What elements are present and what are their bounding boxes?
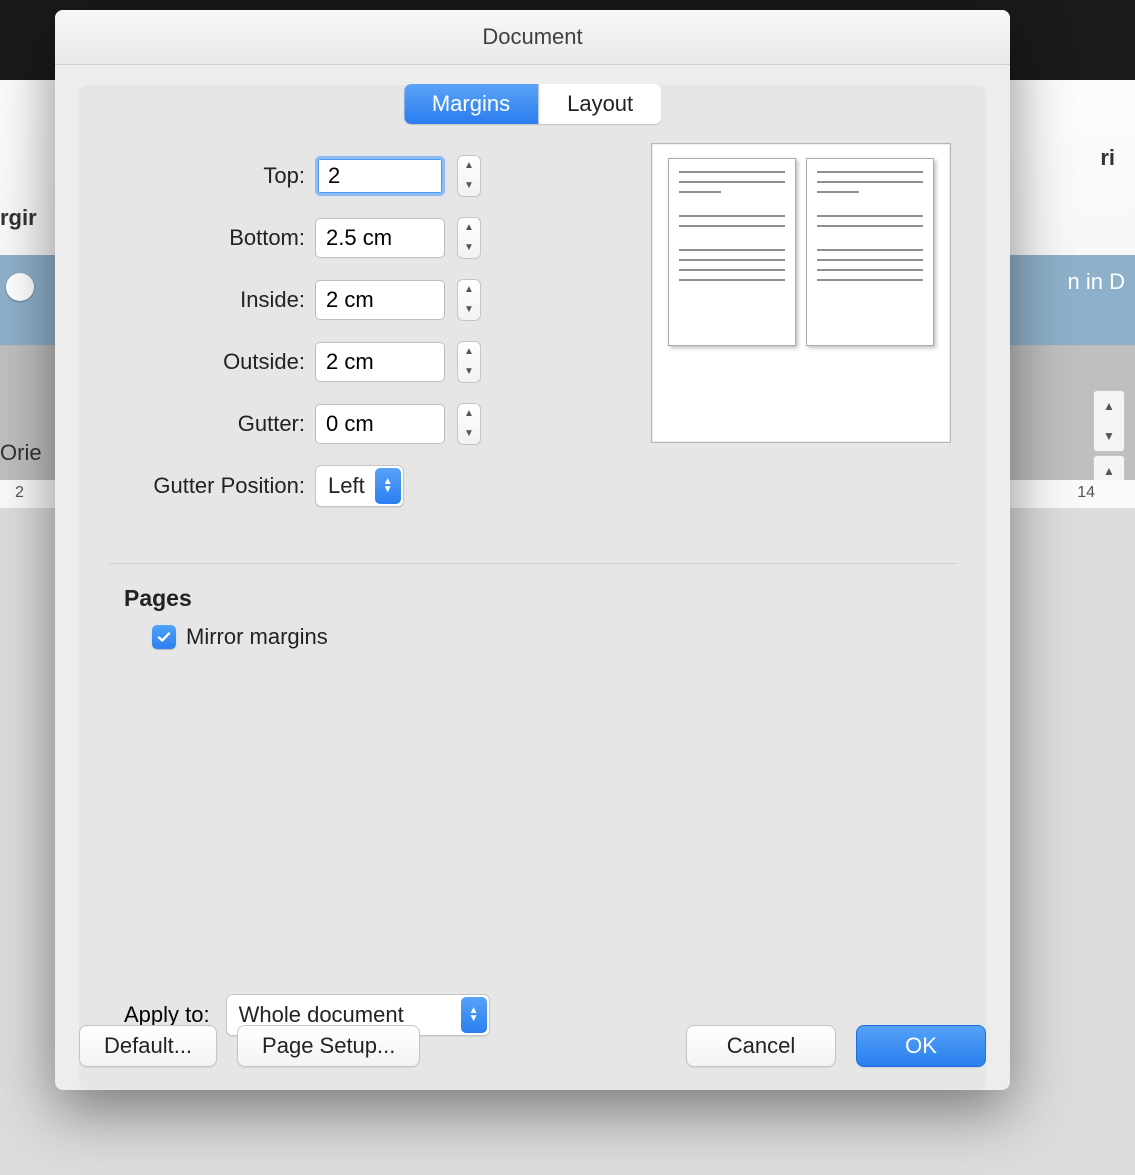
chevron-up-icon: ▲ xyxy=(464,409,474,419)
chevron-up-icon: ▲ xyxy=(464,223,474,233)
dialog-body: Margins Layout xyxy=(79,85,986,1090)
input-top[interactable] xyxy=(315,156,445,196)
page-setup-button[interactable]: Page Setup... xyxy=(237,1025,420,1067)
stepper-outside[interactable]: ▲▼ xyxy=(457,341,481,383)
section-divider xyxy=(109,563,956,564)
tab-bar: Margins Layout xyxy=(404,84,661,124)
label-inside: Inside: xyxy=(99,287,315,313)
ruler-mark-right: 14 xyxy=(1077,484,1095,502)
chevron-down-icon: ▼ xyxy=(464,429,474,439)
input-outside[interactable] xyxy=(315,342,445,382)
chevron-down-icon: ▼ xyxy=(464,367,474,377)
stepper-inside[interactable]: ▲▼ xyxy=(457,279,481,321)
bg-stepper-1: ▲▼ xyxy=(1093,390,1125,452)
chevron-down-icon: ▼ xyxy=(464,181,474,191)
mirror-margins-checkbox[interactable] xyxy=(152,625,176,649)
input-bottom[interactable] xyxy=(315,218,445,258)
preview-page-right xyxy=(806,158,934,346)
updown-icon: ▲▼ xyxy=(375,468,401,504)
tab-margins[interactable]: Margins xyxy=(404,84,538,124)
label-bottom: Bottom: xyxy=(99,225,315,251)
bg-toggle-knob xyxy=(6,273,34,301)
chevron-down-icon: ▼ xyxy=(464,305,474,315)
bg-text-nind: n in D xyxy=(1068,269,1125,295)
chevron-up-icon: ▲ xyxy=(464,161,474,171)
stepper-bottom[interactable]: ▲▼ xyxy=(457,217,481,259)
select-gutter-position[interactable]: Left ▲▼ xyxy=(315,465,404,507)
label-outside: Outside: xyxy=(99,349,315,375)
pages-heading: Pages xyxy=(124,585,328,612)
mirror-margins-row: Mirror margins xyxy=(124,624,328,650)
label-gutter-position: Gutter Position: xyxy=(99,473,315,499)
preview-page-left xyxy=(668,158,796,346)
stepper-gutter[interactable]: ▲▼ xyxy=(457,403,481,445)
chevron-up-icon: ▲ xyxy=(464,285,474,295)
bg-text-ri: ri xyxy=(1100,145,1115,171)
document-dialog: Document Margins Layout xyxy=(55,10,1010,1090)
check-icon xyxy=(156,629,172,645)
tab-layout[interactable]: Layout xyxy=(538,84,661,124)
bg-text-rgir: rgir xyxy=(0,205,37,231)
select-gutter-position-value: Left xyxy=(328,473,373,499)
content-area: Top: ▲▼ Bottom: ▲▼ Inside: ▲▼ Outside: ▲… xyxy=(99,145,966,1070)
chevron-up-icon: ▲ xyxy=(464,347,474,357)
mirror-margins-label: Mirror margins xyxy=(186,624,328,650)
ruler-mark-left: 2 xyxy=(15,484,24,502)
label-gutter: Gutter: xyxy=(99,411,315,437)
label-top: Top: xyxy=(99,163,315,189)
default-button[interactable]: Default... xyxy=(79,1025,217,1067)
margins-preview xyxy=(651,143,951,443)
dialog-button-row: Default... Page Setup... Cancel OK xyxy=(79,1024,986,1068)
cancel-button[interactable]: Cancel xyxy=(686,1025,836,1067)
stepper-top[interactable]: ▲▼ xyxy=(457,155,481,197)
dialog-title: Document xyxy=(55,10,1010,65)
ok-button[interactable]: OK xyxy=(856,1025,986,1067)
bg-text-orie: Orie xyxy=(0,440,42,466)
chevron-down-icon: ▼ xyxy=(464,243,474,253)
row-gutter-position: Gutter Position: Left ▲▼ xyxy=(99,455,966,517)
input-inside[interactable] xyxy=(315,280,445,320)
input-gutter[interactable] xyxy=(315,404,445,444)
